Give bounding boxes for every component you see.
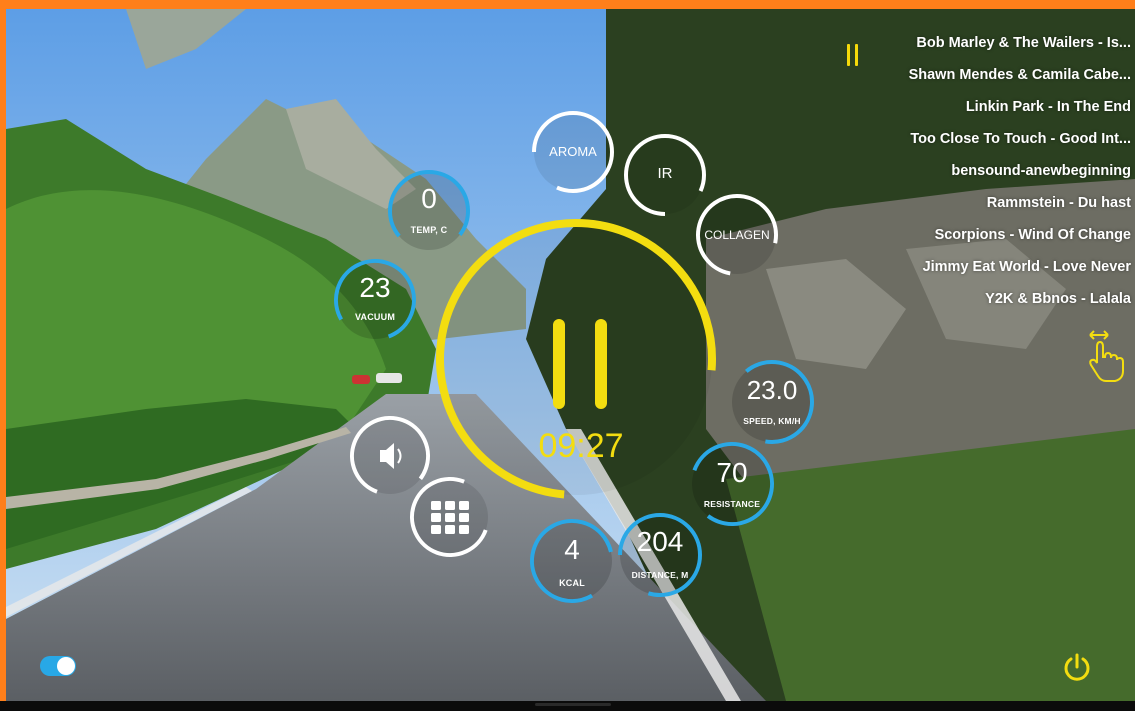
speed-label: SPEED, KM/H [743,416,801,426]
playlist: Bob Marley & The Wailers - Is... Shawn M… [861,29,1131,317]
aroma-button[interactable]: AROMA [531,110,615,194]
playlist-track[interactable]: Shawn Mendes & Camila Cabe... [861,61,1131,93]
playlist-pause-bar-right [855,44,858,66]
playlist-track[interactable]: Scorpions - Wind Of Change [861,221,1131,253]
session-timer: 09:27 [538,427,624,465]
pause-icon[interactable] [553,319,607,409]
grid-icon[interactable] [408,475,492,559]
toggle-knob [57,657,75,675]
playlist-track[interactable]: Jimmy Eat World - Love Never [861,253,1131,285]
playlist-track[interactable]: Bob Marley & The Wailers - Is... [861,29,1131,61]
video-background: 0 TEMP, C 23 VACUUM AROMA IR COLLAGEN 23… [6,9,1135,701]
playlist-pause-bar-left [847,44,850,66]
bottom-bar [0,701,1135,711]
playlist-pause-icon[interactable] [846,44,860,66]
power-icon[interactable] [1061,651,1093,683]
vacuum-label: VACUUM [354,312,396,322]
home-indicator [535,703,611,706]
playlist-track[interactable]: bensound-anewbeginning [861,157,1131,189]
distance-label: DISTANCE, M [631,570,689,580]
hand-swipe-glyph [1089,330,1124,382]
speed-value: 23.0 [746,375,798,405]
kcal-label: KCAL [559,578,585,588]
vacuum-value: 23 [359,272,391,303]
ir-label: IR [657,165,673,182]
playlist-track[interactable]: Too Close To Touch - Good Int... [861,125,1131,157]
playlist-track[interactable]: Y2K & Bbnos - Lalala [861,285,1131,317]
power-glyph [1064,653,1090,681]
vacuum-gauge[interactable]: 23 VACUUM [333,258,417,342]
toggle-switch[interactable] [40,656,76,676]
pause-bar-right [595,319,607,409]
distance-gauge[interactable]: 204 DISTANCE, M [617,512,703,598]
pause-bar-left [553,319,565,409]
playlist-track[interactable]: Linkin Park - In The End [861,93,1131,125]
aroma-label: AROMA [549,144,597,159]
playlist-track[interactable]: Rammstein - Du hast [861,189,1131,221]
kcal-value: 4 [564,534,580,565]
kcal-gauge[interactable]: 4 KCAL [529,518,615,604]
speed-gauge[interactable]: 23.0 SPEED, KM/H [729,359,815,445]
hand-swipe-icon[interactable] [1084,327,1126,383]
distance-value: 204 [636,526,684,557]
menu-ring [410,477,490,557]
